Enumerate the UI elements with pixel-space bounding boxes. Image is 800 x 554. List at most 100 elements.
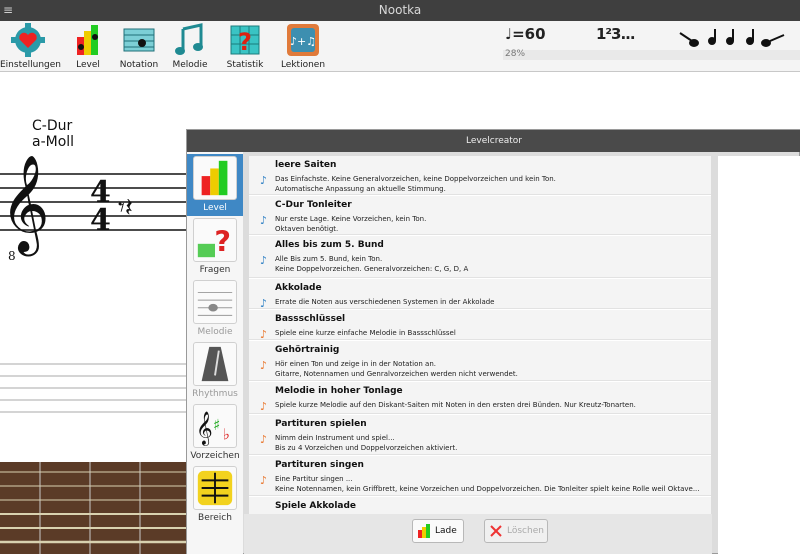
note-icon: ♪ (260, 474, 268, 487)
level-description: Spiele kurze Melodie auf den Diskant-Sai… (275, 400, 709, 410)
notation-button[interactable]: Notation (118, 23, 160, 70)
level-name: Gehörtrainig (275, 345, 340, 355)
statistics-button[interactable]: ? Statistik (222, 23, 268, 70)
level-list[interactable]: ♪ leere Saiten Das Einfachste. Keine Gener… (249, 156, 711, 514)
level-list-item[interactable]: ♪ Melodie in hoher Tonlage Spiele kurze Me… (249, 382, 711, 414)
level-list-item[interactable]: ♪ Gehörtrainig Hör einen Ton und zeige in … (249, 341, 711, 381)
level-name: Melodie in hoher Tonlage (275, 386, 403, 396)
progress-label: 28% (505, 49, 526, 59)
dialog-title: Levelcreator (187, 130, 800, 152)
load-button-label: Lade (435, 526, 457, 536)
level-button[interactable]: Level (68, 23, 108, 70)
level-list-item[interactable]: ♪Spiele AkkoladeSpiele Zufallsmelodien a… (249, 497, 711, 514)
menu-icon[interactable]: ≡ (3, 0, 13, 21)
level-description-line: Gitarre, Notennamen und Genralvorzeichen… (275, 370, 518, 378)
svg-text:♭: ♭ (223, 425, 230, 443)
note-icon: ♪ (260, 328, 268, 341)
lessons-button-label: Lektionen (280, 60, 326, 70)
note-icon: ♪ (260, 400, 268, 413)
key-minor-label: a-Moll (32, 134, 75, 150)
level-description-line: Hör einen Ton und zeige in in der Notati… (275, 360, 436, 368)
note-icon: ♪ (260, 297, 268, 310)
level-description-line: Eine Partitur singen ... (275, 475, 353, 483)
level-name: leere Saiten (275, 160, 337, 170)
melody-button[interactable]: Melodie (170, 23, 210, 70)
level-name: Alles bis zum 5. Bund (275, 240, 384, 250)
note-icon: ♪ (260, 214, 268, 227)
level-description-line: Automatische Anpassung an aktuelle Stimm… (275, 185, 446, 193)
tempo-display[interactable]: ♩=60 (505, 25, 546, 43)
levelcreator-dialog: Levelcreator Level ? Fragen Melodie Rhyt… (186, 129, 800, 554)
level-list-item[interactable]: ♪ leere Saiten Das Einfachste. Keine Gener… (249, 156, 711, 195)
level-list-item[interactable]: ♪ Partituren singen Eine Partitur singen .… (249, 456, 711, 496)
level-description-line: Keine Doppelvorzeichen. Generalvorzeiche… (275, 265, 469, 273)
level-name: C-Dur Tonleiter (275, 200, 352, 210)
delete-icon (490, 525, 502, 537)
svg-text:𝄞: 𝄞 (196, 410, 213, 445)
sidebar-item-questions[interactable]: ? Fragen (187, 216, 243, 278)
level-list-item[interactable]: ♪ Alles bis zum 5. Bund Alle Bis zum 5. Bu… (249, 236, 711, 278)
melody-notes-icon (175, 23, 203, 55)
level-description: Errate die Noten aus verschiedenen Syste… (275, 297, 709, 307)
level-description-line: Keine Notennamen, kein Griffbrett, keine… (275, 485, 700, 493)
progress-bar: 28% (503, 49, 800, 60)
delete-button[interactable]: Löschen (484, 519, 548, 543)
settings-button[interactable]: Einstellungen (0, 23, 62, 70)
settings-gear-icon (11, 23, 45, 57)
load-button[interactable]: Lade (412, 519, 464, 543)
svg-text:♯: ♯ (213, 416, 220, 434)
svg-text:♪+♫: ♪+♫ (290, 35, 316, 48)
sidebar-item-range[interactable]: Bereich (187, 464, 243, 526)
sidebar-item-level[interactable]: Level (187, 154, 243, 216)
key-major-label: C-Dur (32, 118, 73, 134)
level-description: Hör einen Ton und zeige in in der Notati… (275, 359, 709, 379)
level-description-line: Spiele kurze Melodie auf den Diskant-Sai… (275, 401, 636, 409)
tablature-lines (0, 363, 200, 413)
meter-display[interactable]: 1²3... (596, 25, 636, 43)
treble-clef-8-icon: 𝄞 8 (0, 154, 50, 262)
level-list-item[interactable]: ♪ Akkolade Errate die Noten aus verschiede… (249, 279, 711, 310)
level-description: Nur erste Lage. Keine Vorzeichen, kein T… (275, 214, 709, 234)
level-list-item[interactable]: ♪ C-Dur Tonleiter Nur erste Lage. Keine Vo… (249, 196, 711, 235)
accidentals-icon: 𝄞 ♯♭ (193, 404, 237, 448)
svg-text:4: 4 (90, 203, 111, 238)
sidebar-item-rhythm[interactable]: Rhythmus (187, 340, 243, 402)
level-description: Das Einfachste. Keine Generalvorzeichen,… (275, 174, 709, 194)
level-description-line: Das Einfachste. Keine Generalvorzeichen,… (275, 175, 556, 183)
level-name: Akkolade (275, 283, 322, 293)
note-icon: ♪ (260, 359, 268, 372)
guitar-fretboard[interactable] (0, 462, 200, 554)
level-icon (193, 156, 237, 200)
level-description-line: Bis zu 4 Vorzeichen und Doppelvorzeichen… (275, 444, 458, 452)
level-description-line: Oktaven benötigt. (275, 225, 339, 233)
statistics-icon: ? (230, 25, 260, 56)
level-name: Partituren singen (275, 460, 364, 470)
level-description: Spiele eine kurze einfache Melodie in Ba… (275, 328, 709, 338)
level-list-item[interactable]: ♪ Bassschlüssel Spiele eine kurze einfache… (249, 310, 711, 341)
sidebar-item-accidentals[interactable]: 𝄞 ♯ ♭ Vorzeichen (187, 402, 243, 464)
level-icon (77, 25, 98, 55)
statistics-button-label: Statistik (226, 60, 264, 70)
level-list-item[interactable]: ♪ Partituren spielen Nimm dein Instrument … (249, 415, 711, 455)
svg-text:8: 8 (8, 249, 16, 262)
svg-text:𝄞: 𝄞 (0, 154, 50, 256)
melody-icon (193, 280, 237, 324)
settings-button-label: Einstellungen (0, 60, 62, 70)
delete-button-label: Löschen (507, 526, 544, 536)
notation-icon (123, 28, 155, 52)
questions-icon: ? (193, 218, 237, 262)
note-icon: ♪ (260, 174, 268, 187)
level-description-line: Errate die Noten aus verschiedenen Syste… (275, 298, 495, 306)
sidebar-item-label: Level (203, 203, 227, 213)
sidebar-item-melody[interactable]: Melodie (187, 278, 243, 340)
lessons-button[interactable]: ♪+♫ Lektionen (280, 23, 326, 70)
sidebar-item-label: Bereich (198, 513, 232, 523)
svg-text:?: ? (214, 224, 231, 258)
sidebar-item-label: Rhythmus (192, 389, 238, 399)
level-description-line: Nur erste Lage. Keine Vorzeichen, kein T… (275, 215, 427, 223)
title-bar: ≡ Nootka (0, 0, 800, 21)
sidebar-item-label: Melodie (197, 327, 233, 337)
dialog-sidebar: Level ? Fragen Melodie Rhythmus 𝄞 ♯ ♭ Vorz… (187, 152, 243, 554)
level-button-label: Level (76, 60, 100, 70)
level-description: Nimm dein Instrument und spiel... Bis zu … (275, 433, 709, 453)
